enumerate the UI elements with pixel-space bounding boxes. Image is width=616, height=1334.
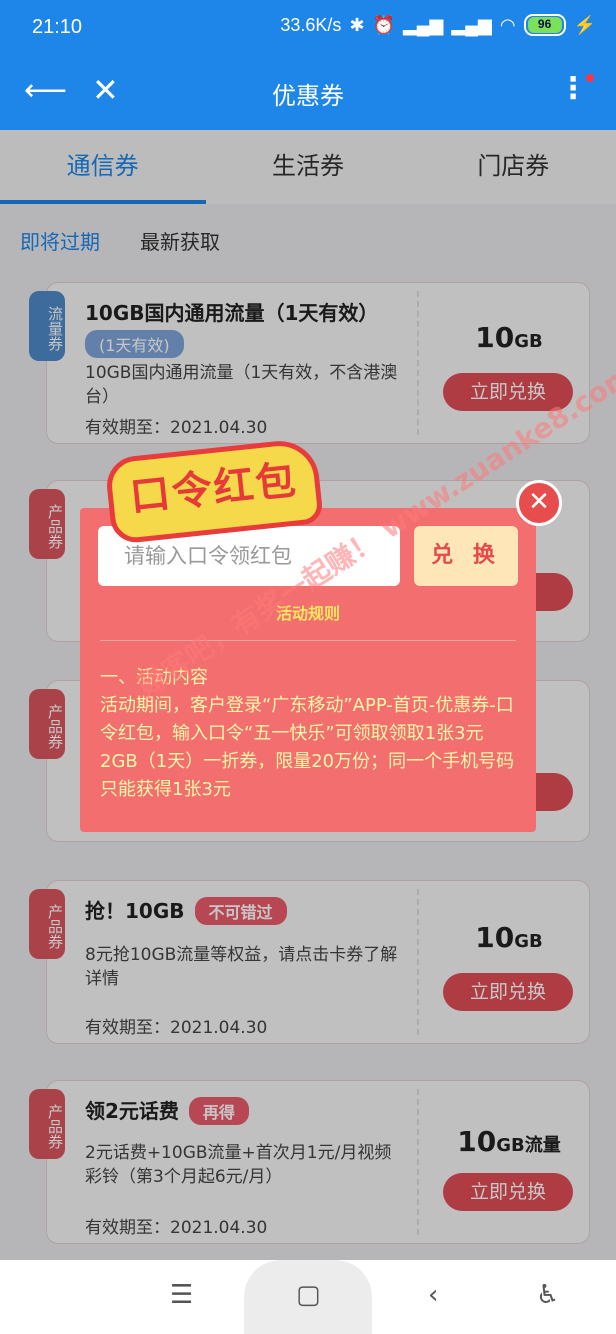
- home-icon[interactable]: ▢: [296, 1280, 321, 1310]
- charging-icon: ⚡: [573, 14, 596, 35]
- menu-icon[interactable]: ☰: [170, 1280, 193, 1310]
- page-title: 优惠券: [272, 82, 344, 110]
- status-bar: 21:10 33.6K/s ✱ ⏰ ▂▄▆ ▂▄▆ ◠ 96 ⚡: [0, 0, 616, 56]
- alarm-icon: ⏰: [372, 14, 395, 35]
- battery-icon: 96: [523, 14, 566, 36]
- system-nav-bar: ☰ ▢ ‹ ♿: [0, 1260, 616, 1334]
- modal-divider: [100, 640, 516, 641]
- back-icon[interactable]: ‹: [428, 1280, 438, 1310]
- modal-close-icon[interactable]: ✕: [516, 480, 562, 526]
- app-header: ⟵ ✕ 优惠券 ⋮: [0, 56, 616, 130]
- signal-icon: ▂▄▆: [402, 14, 444, 35]
- notification-dot: [586, 74, 594, 82]
- wifi-icon: ◠: [499, 14, 516, 35]
- status-icons: 33.6K/s ✱ ⏰ ▂▄▆ ▂▄▆ ◠ 96 ⚡: [280, 14, 596, 36]
- redeem-password-button[interactable]: 兑 换: [414, 526, 518, 586]
- net-speed: 33.6K/s: [280, 14, 342, 35]
- activity-rules-link[interactable]: 活动规则: [80, 600, 536, 624]
- accessibility-icon[interactable]: ♿: [536, 1280, 559, 1310]
- bluetooth-icon: ✱: [349, 14, 365, 35]
- signal-icon-2: ▂▄▆: [451, 14, 492, 35]
- more-menu-icon[interactable]: ⋮: [558, 74, 588, 104]
- status-time: 21:10: [32, 16, 83, 38]
